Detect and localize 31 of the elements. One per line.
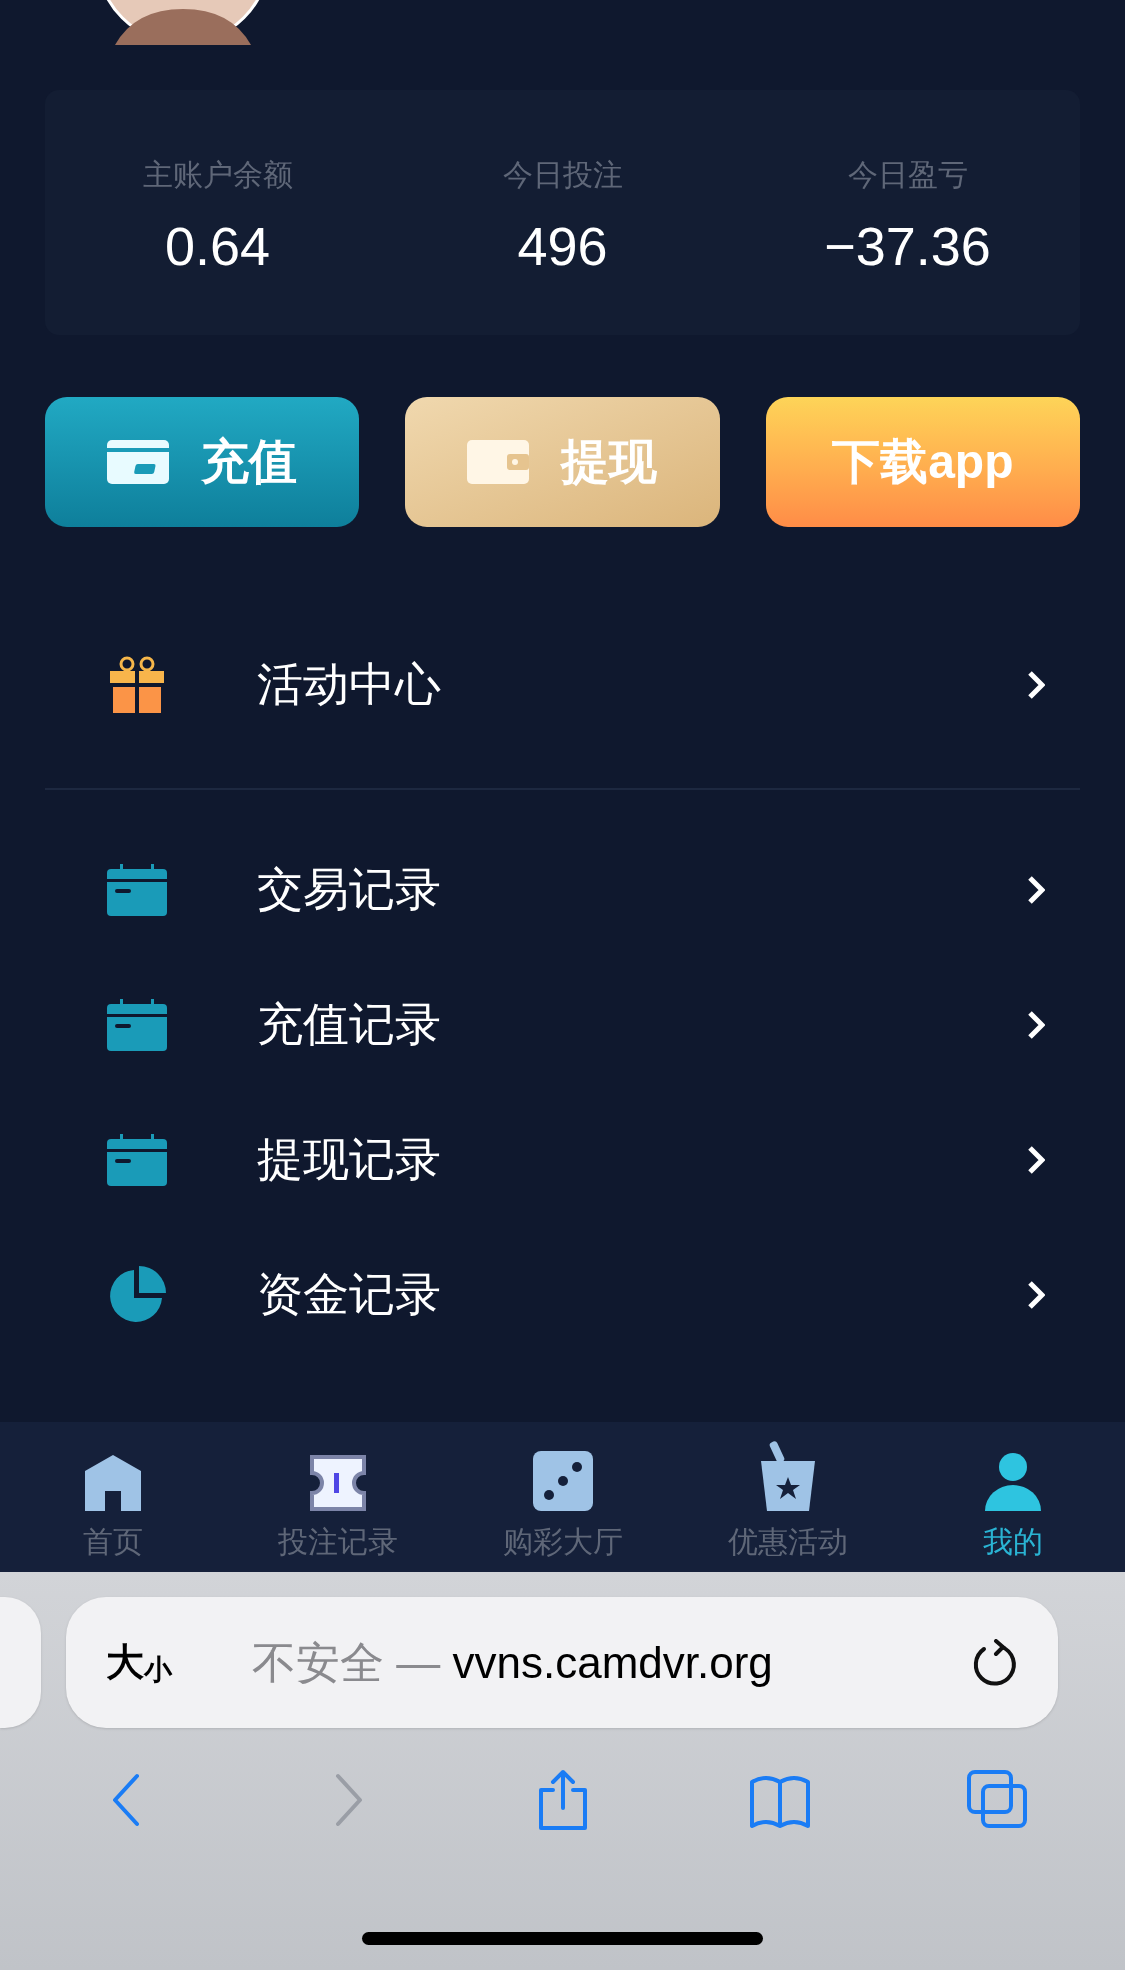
chevron-icon — [1027, 1009, 1045, 1040]
card-icon — [107, 440, 170, 484]
menu-item[interactable]: 提现记录 — [45, 1092, 1080, 1227]
chevron-icon — [1027, 874, 1045, 905]
wallet-icon — [467, 440, 530, 484]
menu-item[interactable]: 交易记录 — [45, 822, 1080, 957]
stat-label: 今日投注 — [502, 157, 623, 193]
calendar-icon — [107, 863, 167, 916]
ice-bucket-icon — [758, 1441, 817, 1511]
tab-bar-item[interactable]: 我的 — [900, 1422, 1125, 1572]
menu-item[interactable]: 活动中心 — [45, 617, 1080, 752]
stat-label: 今日盈亏 — [847, 157, 968, 193]
stat-value: −37.36 — [824, 219, 991, 273]
dice-icon — [532, 1451, 593, 1511]
person-icon — [982, 1451, 1043, 1511]
reload-icon[interactable] — [972, 1638, 1018, 1687]
chevron-icon — [1027, 1144, 1045, 1175]
pie-chart-icon — [108, 1265, 166, 1324]
menu-item[interactable]: 充值记录 — [45, 957, 1080, 1092]
house-icon — [82, 1455, 143, 1511]
deposit-button[interactable]: 充值 — [45, 397, 360, 527]
stat-value: 0.64 — [164, 219, 271, 273]
menu-item[interactable]: 资金记录 — [45, 1227, 1080, 1362]
url-text: 不安全 — vvns.camdvr.org — [252, 1636, 774, 1689]
chevron-icon — [1027, 669, 1045, 700]
calendar-icon — [107, 998, 167, 1051]
stat-value: 496 — [517, 219, 608, 273]
gift-icon — [108, 655, 166, 714]
calendar-icon — [107, 1133, 167, 1186]
stat-label: 主账户余额 — [142, 157, 293, 193]
chevron-icon — [1027, 1279, 1045, 1310]
